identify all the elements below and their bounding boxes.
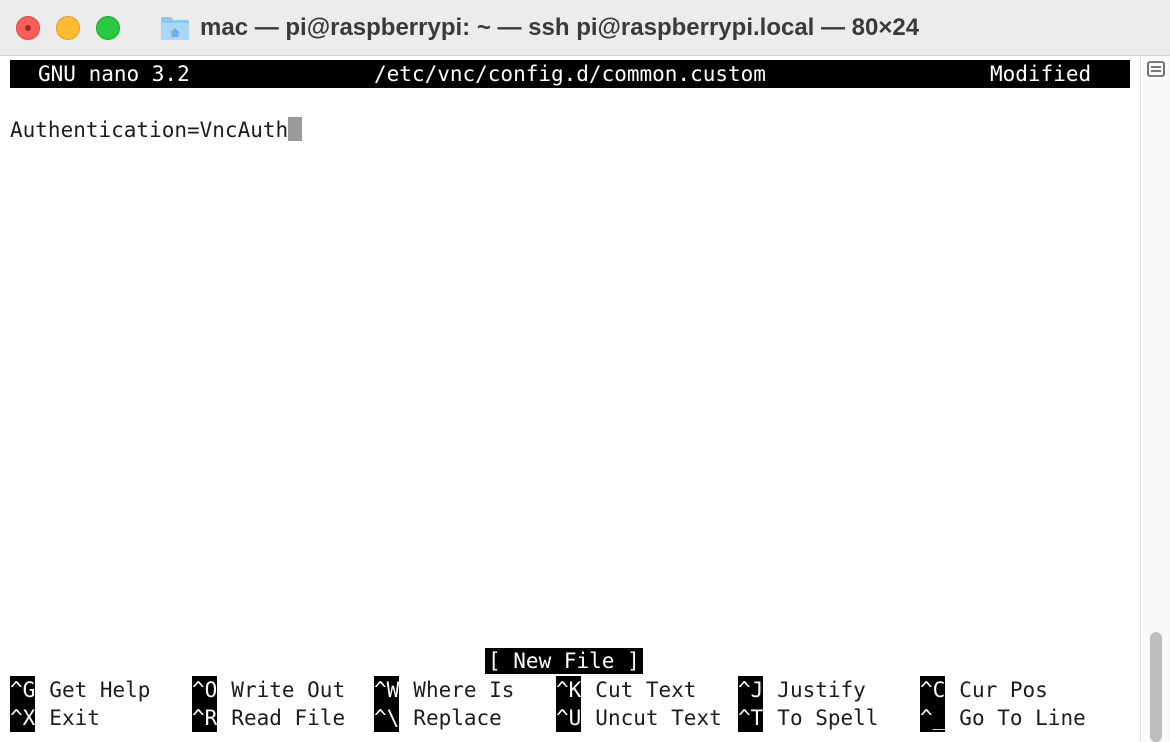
window-title-group: mac — pi@raspberrypi: ~ — ssh pi@raspber… (160, 12, 919, 44)
close-button[interactable] (16, 16, 40, 40)
vertical-scrollbar[interactable] (1140, 56, 1170, 742)
shortcut-uncut-text[interactable]: ^U Uncut Text (556, 704, 722, 732)
split-pane-icon[interactable] (1147, 60, 1165, 78)
shortcut-where-is[interactable]: ^W Where Is (374, 676, 514, 704)
shortcut-exit[interactable]: ^X Exit (10, 704, 100, 732)
shortcut-write-out[interactable]: ^O Write Out (192, 676, 345, 704)
shortcut-key: ^K (556, 676, 582, 704)
scroll-thumb[interactable] (1150, 632, 1162, 742)
file-path: /etc/vnc/config.d/common.custom (374, 62, 766, 86)
shortcut-label: Where Is (413, 678, 515, 702)
shortcut-key: ^X (10, 704, 36, 732)
shortcut-label: Uncut Text (595, 706, 722, 730)
editor-line[interactable]: Authentication=VncAuth (10, 116, 303, 144)
shortcut-label: Exit (49, 706, 100, 730)
text-cursor (288, 117, 303, 141)
shortcut-key: ^J (738, 676, 764, 704)
shortcut-replace[interactable]: ^\ Replace (374, 704, 502, 732)
editor-text: Authentication=VncAuth (10, 118, 289, 142)
shortcut-key: ^O (192, 676, 218, 704)
shortcut-read-file[interactable]: ^R Read File (192, 704, 345, 732)
shortcut-key: ^W (374, 676, 400, 704)
shortcut-key: ^\ (374, 704, 400, 732)
shortcut-key: ^T (738, 704, 764, 732)
shortcut-label: Read File (231, 706, 346, 730)
terminal-area[interactable]: GNU nano 3.2 /etc/vnc/config.d/common.cu… (0, 56, 1140, 742)
home-folder-icon (161, 17, 189, 40)
shortcut-key: ^U (556, 704, 582, 732)
shortcut-label: Write Out (231, 678, 346, 702)
shortcut-key: ^C (920, 676, 946, 704)
shortcut-to-spell[interactable]: ^T To Spell (738, 704, 878, 732)
window-titlebar: mac — pi@raspberrypi: ~ — ssh pi@raspber… (0, 0, 1170, 56)
shortcut-label: Go To Line (959, 706, 1086, 730)
zoom-button[interactable] (96, 16, 120, 40)
shortcut-get-help[interactable]: ^G Get Help (10, 676, 150, 704)
shortcut-go-to-line[interactable]: ^_ Go To Line (920, 704, 1086, 732)
shortcut-label: Get Help (49, 678, 151, 702)
shortcut-key: ^_ (920, 704, 946, 732)
shortcut-label: Replace (413, 706, 502, 730)
window-title: mac — pi@raspberrypi: ~ — ssh pi@raspber… (200, 14, 920, 41)
shortcut-label: To Spell (777, 706, 879, 730)
shortcut-cur-pos[interactable]: ^C Cur Pos (920, 676, 1048, 704)
shortcut-justify[interactable]: ^J Justify (738, 676, 866, 704)
shortcut-cut-text[interactable]: ^K Cut Text (556, 676, 696, 704)
shortcut-key: ^G (10, 676, 36, 704)
shortcut-label: Justify (777, 678, 866, 702)
nano-version: GNU nano 3.2 (38, 62, 190, 86)
shortcut-label: Cut Text (595, 678, 697, 702)
shortcut-label: Cur Pos (959, 678, 1048, 702)
status-message: [ New File ] (485, 648, 643, 674)
shortcut-key: ^R (192, 704, 218, 732)
modified-indicator: Modified (990, 62, 1092, 86)
minimize-button[interactable] (56, 16, 80, 40)
nano-header-bar: GNU nano 3.2 /etc/vnc/config.d/common.cu… (10, 60, 1130, 88)
